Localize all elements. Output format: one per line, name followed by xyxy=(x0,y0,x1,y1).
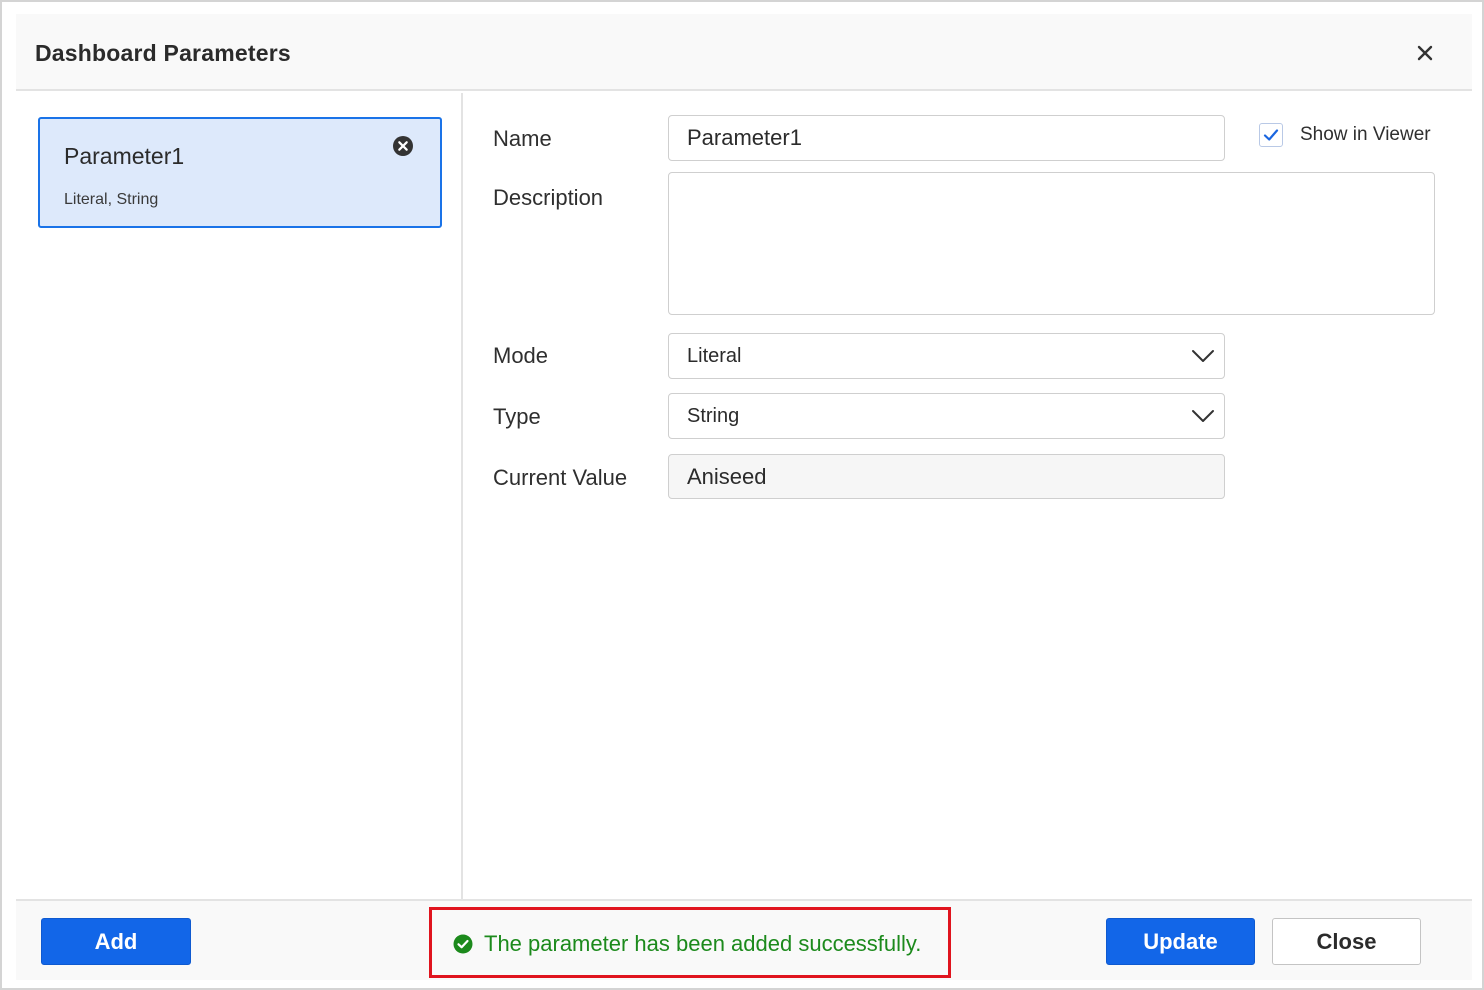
parameter-list-pane: Parameter1 Literal, String xyxy=(16,93,463,899)
window-frame: Dashboard Parameters Parameter1 Literal,… xyxy=(0,0,1484,990)
description-textarea[interactable] xyxy=(668,172,1435,315)
chevron-down-icon xyxy=(1192,410,1214,422)
check-circle-icon xyxy=(453,934,473,954)
name-input[interactable] xyxy=(668,115,1225,161)
parameter-list-item[interactable]: Parameter1 Literal, String xyxy=(38,117,442,228)
mode-label: Mode xyxy=(493,343,549,368)
dashboard-parameters-dialog: Dashboard Parameters Parameter1 Literal,… xyxy=(16,14,1472,980)
status-message-text: The parameter has been added successfull… xyxy=(484,931,922,956)
dialog-footer: Add The parameter has been added success… xyxy=(16,899,1472,980)
type-label: Type xyxy=(493,404,541,429)
description-label: Description xyxy=(493,185,604,210)
parameter-item-subtitle: Literal, String xyxy=(64,191,159,208)
show-in-viewer-checkbox[interactable] xyxy=(1259,123,1283,147)
circle-x-icon[interactable] xyxy=(392,135,414,157)
add-button[interactable]: Add xyxy=(41,918,191,965)
current-value-input[interactable] xyxy=(668,454,1225,499)
type-selected-value: String xyxy=(687,405,740,427)
dialog-header: Dashboard Parameters xyxy=(16,14,1472,91)
dialog-title: Dashboard Parameters xyxy=(35,40,291,66)
parameter-item-name: Parameter1 xyxy=(64,143,185,169)
status-message: The parameter has been added successfull… xyxy=(429,907,951,978)
chevron-down-icon xyxy=(1192,350,1214,362)
mode-dropdown[interactable]: Literal xyxy=(668,333,1225,379)
name-label: Name xyxy=(493,126,552,151)
update-button[interactable]: Update xyxy=(1106,918,1255,965)
mode-selected-value: Literal xyxy=(687,345,742,367)
checkmark-icon xyxy=(1263,129,1279,141)
close-icon[interactable] xyxy=(1410,38,1440,68)
show-in-viewer-label: Show in Viewer xyxy=(1300,124,1431,145)
type-dropdown[interactable]: String xyxy=(668,393,1225,439)
close-button[interactable]: Close xyxy=(1272,918,1421,965)
current-value-label: Current Value xyxy=(493,465,628,490)
